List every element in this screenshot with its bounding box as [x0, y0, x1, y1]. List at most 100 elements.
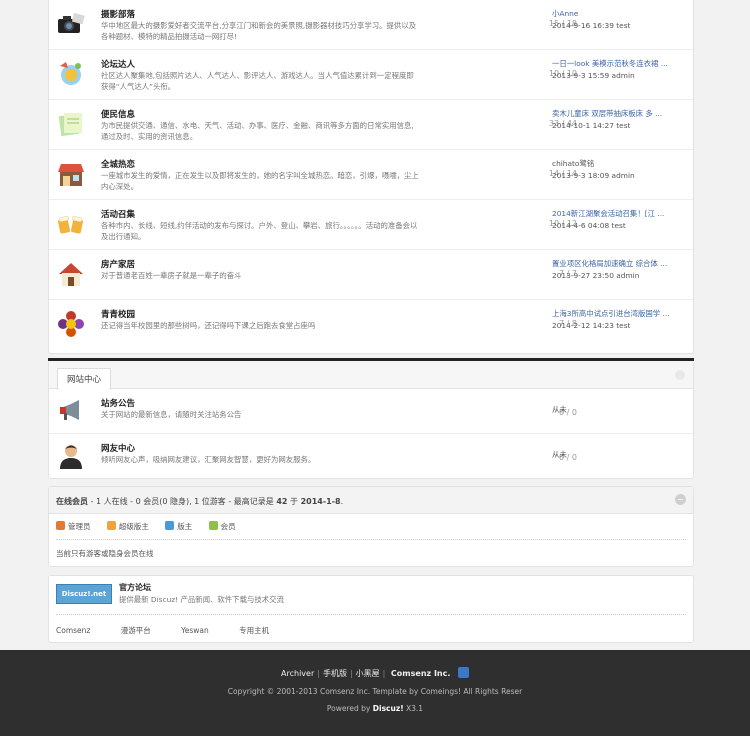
- user-icon: [60, 445, 82, 469]
- camera-icon: [58, 12, 85, 33]
- forum-last-post: 小Anne 2014-9-16 16:39 test: [552, 8, 687, 32]
- shop-icon: [58, 164, 84, 186]
- last-post-title[interactable]: 上海3所高中试点引进台湾版国学 ...: [552, 308, 687, 320]
- member-legend: 管理员 超级版主 版主 会员: [56, 521, 250, 532]
- footer-link-archiver[interactable]: Archiver: [281, 669, 314, 678]
- forum-last-post: 卖木儿童床 双层带抽床板床 多 ... 2014-10-1 14:27 test: [552, 108, 687, 132]
- last-post-meta: 2014-9-16 16:39 test: [552, 21, 631, 30]
- footer: Archiver | 手机版 | 小黑屋 | Comsenz Inc. Copyright…: [0, 650, 750, 736]
- footer-nav: Archiver | 手机版 | 小黑屋 | Comsenz Inc.: [0, 667, 750, 679]
- collapse-icon[interactable]: [675, 370, 685, 380]
- last-post-title[interactable]: 置业项区化格局加速确立 综合体 ...: [552, 258, 687, 270]
- footer-powered: Powered by Discuz! X3.1: [0, 704, 750, 713]
- legend-label: 管理员: [68, 522, 91, 531]
- online-note: 当前只有游客或隐身会员在线: [56, 549, 154, 558]
- last-post-meta: 2013-9-3 18:09 admin: [552, 171, 635, 180]
- forum-desc: 华中地区最大的摄影爱好者交流平台,分享江门和新会的美景照,摄影器材技巧分享学习。…: [101, 21, 417, 41]
- forum-name[interactable]: 房产家居: [101, 258, 135, 270]
- forum-name[interactable]: 活动召集: [101, 208, 135, 220]
- forum-row[interactable]: 摄影部落 华中地区最大的摄影爱好者交流平台,分享江门和新会的美景照,摄影器材技巧…: [49, 0, 693, 50]
- last-post-meta: 2014-2-12 14:23 test: [552, 321, 631, 330]
- link-item[interactable]: 专用主机: [239, 626, 269, 635]
- last-post-title[interactable]: 卖木儿童床 双层带抽床板床 多 ...: [552, 108, 687, 120]
- collapse-icon[interactable]: −: [675, 494, 686, 505]
- online-members-card: 在线会员 - 1 人在线 - 0 会员(0 隐身), 1 位游客 - 最高记录是…: [48, 486, 694, 567]
- link-item[interactable]: 漫游平台: [121, 626, 151, 635]
- forum-last-post: 从未: [552, 449, 687, 461]
- link-item[interactable]: Yeswan: [181, 626, 209, 635]
- flower-icon: [58, 311, 84, 337]
- discuz-logo[interactable]: Discuz!.net: [56, 584, 112, 604]
- link-title[interactable]: 官方论坛: [119, 582, 151, 593]
- online-record-prefix: 于: [290, 497, 299, 506]
- forum-desc: 对于普通老百姓一辈房子就是一辈子的奋斗: [101, 271, 242, 280]
- online-summary-text: - 1 人在线 - 0 会员(0 隐身), 1 位游客 - 最高记录是: [90, 497, 274, 506]
- divider: [56, 539, 686, 540]
- last-post-title[interactable]: 一日一look 美模示范秋冬连衣裙 ...: [552, 58, 687, 70]
- forum-row[interactable]: 活动召集 各种市内、长线、短线,约伴活动的发布与探讨。户外、登山、攀岩、旅行。。…: [49, 200, 693, 250]
- forum-desc: 倾听网友心声，吸纳网友建议，汇聚网友智慧，更好为网友服务。: [101, 455, 316, 464]
- forum-name[interactable]: 网友中心: [101, 442, 135, 454]
- forum-name[interactable]: 摄影部落: [101, 8, 135, 20]
- forum-row[interactable]: 全城热恋 一座城市发生的爱情，正在发生以及即将发生的，她的名字叫全城热恋。暗恋，…: [49, 150, 693, 200]
- link-desc: 提供最新 Discuz! 产品新闻、软件下载与技术交流: [119, 595, 284, 604]
- powered-name[interactable]: Discuz!: [373, 704, 404, 713]
- cheers-icon: [58, 216, 83, 234]
- legend-label: 版主: [177, 522, 193, 531]
- forum-name[interactable]: 论坛达人: [101, 58, 135, 70]
- forum-desc: 还记得当年校园里的那些树吗，还记得吗下课之后跑去食堂占座吗: [101, 321, 316, 330]
- forum-desc: 关于网站的最新信息，请随时关注站务公告: [101, 410, 242, 419]
- notes-icon: [58, 113, 82, 137]
- forum-desc: 为市民提供交通、通信、水电、天气、活动、办事、医疗、金融、商讯等多方面的日常实用…: [101, 121, 414, 141]
- last-post-meta: 2014-10-1 14:27 test: [552, 121, 631, 130]
- shield-icon[interactable]: [457, 667, 469, 678]
- forum-row[interactable]: 房产家居 对于普通老百姓一辈房子就是一辈子的奋斗 7 / 7 置业项区化格局加速…: [49, 250, 693, 300]
- online-label[interactable]: 在线会员: [56, 497, 88, 506]
- forum-desc: 各种市内、长线、短线,约伴活动的发布与探讨。户外、登山、攀岩、旅行。。。。。。活…: [101, 221, 418, 241]
- forum-name[interactable]: 站务公告: [101, 397, 135, 409]
- forum-last-post: 从未: [552, 404, 687, 416]
- forum-desc: 一座城市发生的爱情，正在发生以及即将发生的，她的名字叫全城热恋。暗恋，引爆，嗫嚅…: [101, 171, 419, 191]
- footer-brand[interactable]: Comsenz Inc.: [391, 669, 450, 678]
- last-post-title: 从未: [552, 405, 567, 414]
- last-post-meta: 2014-4-6 04:08 test: [552, 221, 626, 230]
- powered-version: X3.1: [406, 704, 424, 713]
- online-record-date: 2014-1-8: [300, 497, 341, 506]
- member-icon: [208, 521, 218, 530]
- last-post-title: 从未: [552, 450, 567, 459]
- legend-label: 会员: [220, 522, 236, 531]
- forum-name[interactable]: 全城热恋: [101, 158, 135, 170]
- online-summary: 在线会员 - 1 人在线 - 0 会员(0 隐身), 1 位游客 - 最高记录是…: [49, 487, 693, 514]
- forum-row[interactable]: 青青校园 还记得当年校园里的那些树吗，还记得吗下课之后跑去食堂占座吗 7 / 8…: [49, 300, 693, 350]
- super-moderator-icon: [106, 521, 116, 530]
- forum-name[interactable]: 青青校园: [101, 308, 135, 320]
- forum-last-post: 2014新江湖聚会活动召集！[江 ... 2014-4-6 04:08 test: [552, 208, 687, 232]
- moderator-icon: [165, 521, 175, 530]
- admin-icon: [56, 521, 65, 530]
- divider: [56, 614, 686, 615]
- last-post-title[interactable]: chihato鹭铭: [552, 158, 687, 170]
- link-item[interactable]: Comsenz: [56, 626, 90, 635]
- tab-site-center[interactable]: 网站中心: [57, 368, 112, 390]
- forum-row[interactable]: 网友中心 倾听网友心声，吸纳网友建议，汇聚网友智慧，更好为网友服务。 0 / 0…: [49, 434, 693, 479]
- forum-row[interactable]: 论坛达人 社区达人聚集地,包括照片达人、人气达人、影评达人、游戏达人。当人气值达…: [49, 50, 693, 100]
- last-post-title[interactable]: 小Anne: [552, 8, 687, 20]
- site-center-header: 网站中心: [49, 361, 693, 390]
- forum-last-post: 上海3所高中试点引进台湾版国学 ... 2014-2-12 14:23 test: [552, 308, 687, 332]
- powered-prefix: Powered by: [326, 704, 371, 713]
- forum-row[interactable]: 站务公告 关于网站的最新信息，请随时关注站务公告 0 / 0 从未: [49, 389, 693, 434]
- text-links: Comsenz 漫游平台 Yeswan 专用主机: [56, 625, 297, 636]
- forum-last-post: chihato鹭铭 2013-9-3 18:09 admin: [552, 158, 687, 182]
- forum-last-post: 置业项区化格局加速确立 综合体 ... 2013-9-27 23:50 admin: [552, 258, 687, 282]
- megaphone-icon: [60, 400, 79, 420]
- house-icon: [59, 263, 83, 286]
- legend-label: 超级版主: [118, 522, 149, 531]
- forum-row[interactable]: 便民信息 为市民提供交通、通信、水电、天气、活动、办事、医疗、金融、商讯等多方面…: [49, 100, 693, 150]
- footer-link-blacklist[interactable]: 小黑屋: [356, 669, 380, 678]
- forum-name[interactable]: 便民信息: [101, 108, 135, 120]
- award-icon: [60, 62, 81, 85]
- footer-link-mobile[interactable]: 手机版: [323, 669, 347, 678]
- online-record: 42: [276, 497, 288, 506]
- last-post-title[interactable]: 2014新江湖聚会活动召集！[江 ...: [552, 208, 687, 220]
- friend-links-card: Discuz!.net 官方论坛 提供最新 Discuz! 产品新闻、软件下载与…: [48, 575, 694, 643]
